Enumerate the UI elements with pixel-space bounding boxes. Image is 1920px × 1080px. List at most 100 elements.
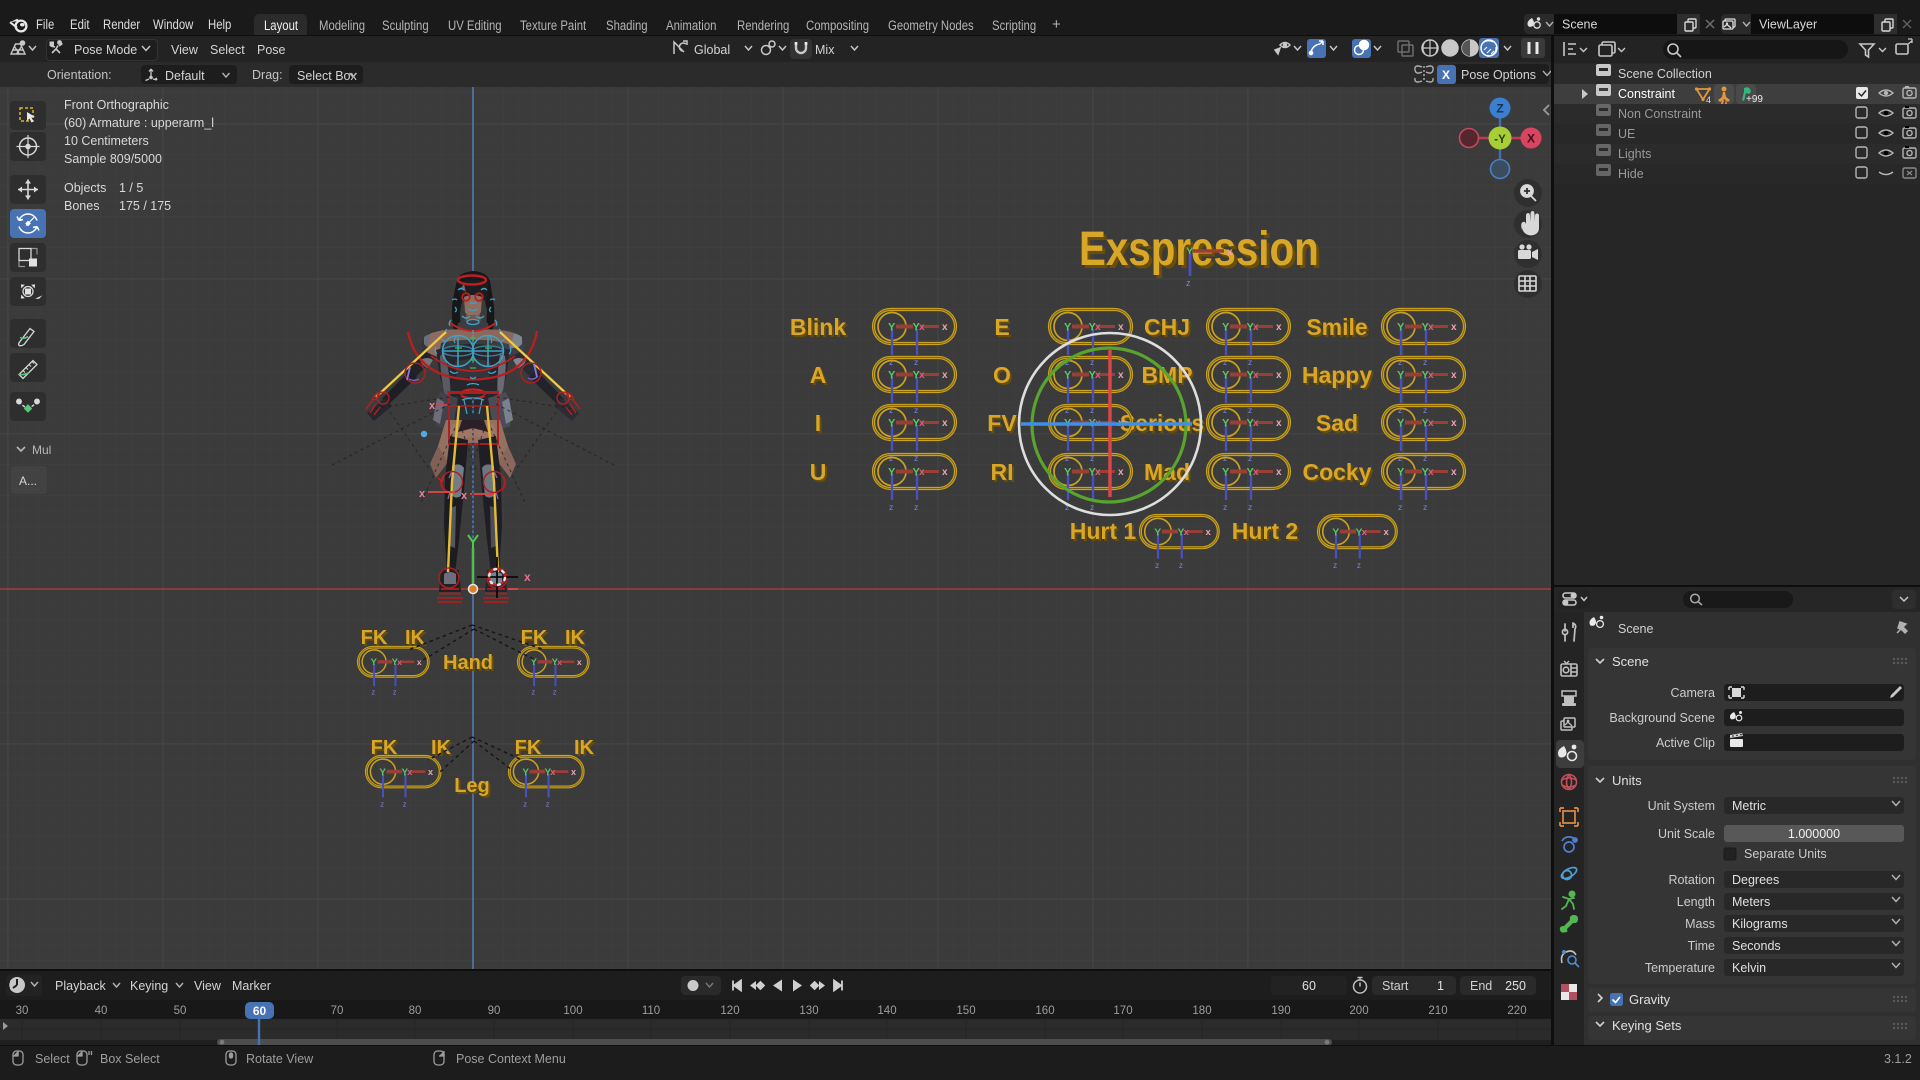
- svg-text:Rotate View: Rotate View: [246, 1052, 314, 1066]
- svg-text:1 / 5: 1 / 5: [119, 181, 143, 195]
- svg-text:Exspression: Exspression: [1079, 223, 1319, 276]
- svg-text:Unit System: Unit System: [1648, 799, 1715, 813]
- svg-text:Pose Context Menu: Pose Context Menu: [456, 1052, 566, 1066]
- svg-text:Non Constraint: Non Constraint: [1618, 107, 1702, 121]
- svg-text:1.000000: 1.000000: [1788, 827, 1840, 841]
- svg-text:250: 250: [1505, 979, 1526, 993]
- svg-text:Smile: Smile: [1306, 314, 1367, 340]
- svg-text:Sample 809/5000: Sample 809/5000: [64, 152, 162, 166]
- svg-text:Background Scene: Background Scene: [1609, 711, 1715, 725]
- svg-text:160: 160: [1035, 1005, 1054, 1017]
- svg-text:150: 150: [956, 1005, 975, 1017]
- svg-text:Leg: Leg: [454, 775, 490, 797]
- svg-text:210: 210: [1428, 1005, 1447, 1017]
- svg-text:90: 90: [488, 1005, 501, 1017]
- svg-text:Meters: Meters: [1732, 895, 1770, 909]
- svg-text:120: 120: [720, 1005, 739, 1017]
- svg-text:180: 180: [1192, 1005, 1211, 1017]
- svg-text:Separate Units: Separate Units: [1744, 847, 1827, 861]
- svg-text:1: 1: [1437, 979, 1444, 993]
- svg-text:Marker: Marker: [232, 979, 271, 993]
- svg-text:UE: UE: [1618, 127, 1635, 141]
- svg-text:x: x: [524, 570, 531, 584]
- svg-text:O: O: [993, 362, 1011, 388]
- svg-text:3.1.2: 3.1.2: [1884, 1052, 1912, 1066]
- svg-text:A: A: [810, 362, 827, 388]
- svg-text:Hurt 2: Hurt 2: [1232, 518, 1298, 544]
- svg-text:Lights: Lights: [1618, 147, 1651, 161]
- svg-text:Objects: Objects: [64, 181, 106, 195]
- svg-text:Camera: Camera: [1671, 686, 1716, 700]
- svg-text:175 / 175: 175 / 175: [119, 199, 171, 213]
- svg-text:IK: IK: [565, 627, 586, 649]
- svg-text:Hand: Hand: [443, 652, 493, 674]
- svg-text:End: End: [1470, 979, 1492, 993]
- svg-text:Degrees: Degrees: [1732, 873, 1779, 887]
- svg-text:50: 50: [174, 1005, 187, 1017]
- svg-text:Scene Collection: Scene Collection: [1618, 67, 1712, 81]
- svg-text:Mad: Mad: [1144, 459, 1190, 485]
- svg-text:U: U: [810, 459, 827, 485]
- svg-text:10 Centimeters: 10 Centimeters: [64, 134, 149, 148]
- svg-text:170: 170: [1113, 1005, 1132, 1017]
- svg-text:Time: Time: [1688, 939, 1715, 953]
- svg-text:70: 70: [331, 1005, 344, 1017]
- svg-text:Scene: Scene: [1618, 622, 1653, 636]
- svg-text:30: 30: [16, 1005, 29, 1017]
- svg-text:110: 110: [642, 1005, 660, 1017]
- svg-text:Metric: Metric: [1732, 799, 1766, 813]
- svg-text:200: 200: [1349, 1005, 1368, 1017]
- svg-text:Hurt 1: Hurt 1: [1070, 518, 1137, 544]
- svg-text:IK: IK: [405, 627, 426, 649]
- svg-text:x: x: [461, 490, 468, 502]
- svg-text:60: 60: [1302, 979, 1316, 993]
- svg-text:-Y: -Y: [1494, 134, 1506, 146]
- svg-text:Length: Length: [1677, 895, 1715, 909]
- svg-text:Playback: Playback: [55, 979, 106, 993]
- svg-text:Constraint: Constraint: [1618, 87, 1675, 101]
- svg-text:190: 190: [1271, 1005, 1290, 1017]
- svg-text:Active Clip: Active Clip: [1656, 736, 1715, 750]
- svg-text:Keying Sets: Keying Sets: [1612, 1018, 1682, 1033]
- svg-text:Select: Select: [35, 1052, 70, 1066]
- svg-text:Rotation: Rotation: [1668, 873, 1715, 887]
- svg-text:View: View: [194, 979, 222, 993]
- svg-text:40: 40: [95, 1005, 108, 1017]
- svg-text:Happy: Happy: [1302, 362, 1373, 388]
- svg-text:E: E: [994, 314, 1009, 340]
- svg-text:Keying: Keying: [130, 979, 168, 993]
- svg-text:Scene: Scene: [1562, 18, 1597, 32]
- svg-text:Bones: Bones: [64, 199, 99, 213]
- svg-text:130: 130: [799, 1005, 818, 1017]
- svg-text:220: 220: [1507, 1005, 1526, 1017]
- svg-text:FV: FV: [987, 410, 1017, 436]
- svg-text:I: I: [815, 410, 821, 436]
- svg-text:x: x: [429, 400, 436, 412]
- svg-text:Gravity: Gravity: [1629, 992, 1671, 1007]
- svg-text:CHJ: CHJ: [1144, 314, 1190, 340]
- svg-text:100: 100: [563, 1005, 582, 1017]
- svg-text:Temperature: Temperature: [1645, 961, 1715, 975]
- svg-text:Kelvin: Kelvin: [1732, 961, 1766, 975]
- svg-text:Scene: Scene: [1612, 654, 1649, 669]
- svg-text:Z: Z: [1496, 102, 1503, 116]
- svg-text:Seconds: Seconds: [1732, 939, 1781, 953]
- svg-text:Units: Units: [1612, 773, 1642, 788]
- svg-text:Kilograms: Kilograms: [1732, 917, 1788, 931]
- svg-text:Mul: Mul: [32, 443, 51, 457]
- svg-text:IK: IK: [574, 737, 595, 759]
- svg-text:(60) Armature : upperarm_l: (60) Armature : upperarm_l: [64, 116, 214, 130]
- svg-text:Unit Scale: Unit Scale: [1658, 827, 1715, 841]
- svg-text:X: X: [1527, 132, 1535, 146]
- svg-text:FK: FK: [361, 627, 388, 649]
- svg-text:140: 140: [877, 1005, 896, 1017]
- svg-text:RI: RI: [991, 459, 1014, 485]
- svg-text:x: x: [1227, 247, 1233, 258]
- svg-text:Box Select: Box Select: [100, 1052, 160, 1066]
- svg-text:60: 60: [253, 1004, 267, 1018]
- svg-text:+99: +99: [1746, 94, 1763, 105]
- svg-text:Start: Start: [1382, 979, 1409, 993]
- svg-text:Front Orthographic: Front Orthographic: [64, 98, 169, 112]
- svg-text:80: 80: [409, 1005, 422, 1017]
- svg-text:4: 4: [1706, 95, 1711, 105]
